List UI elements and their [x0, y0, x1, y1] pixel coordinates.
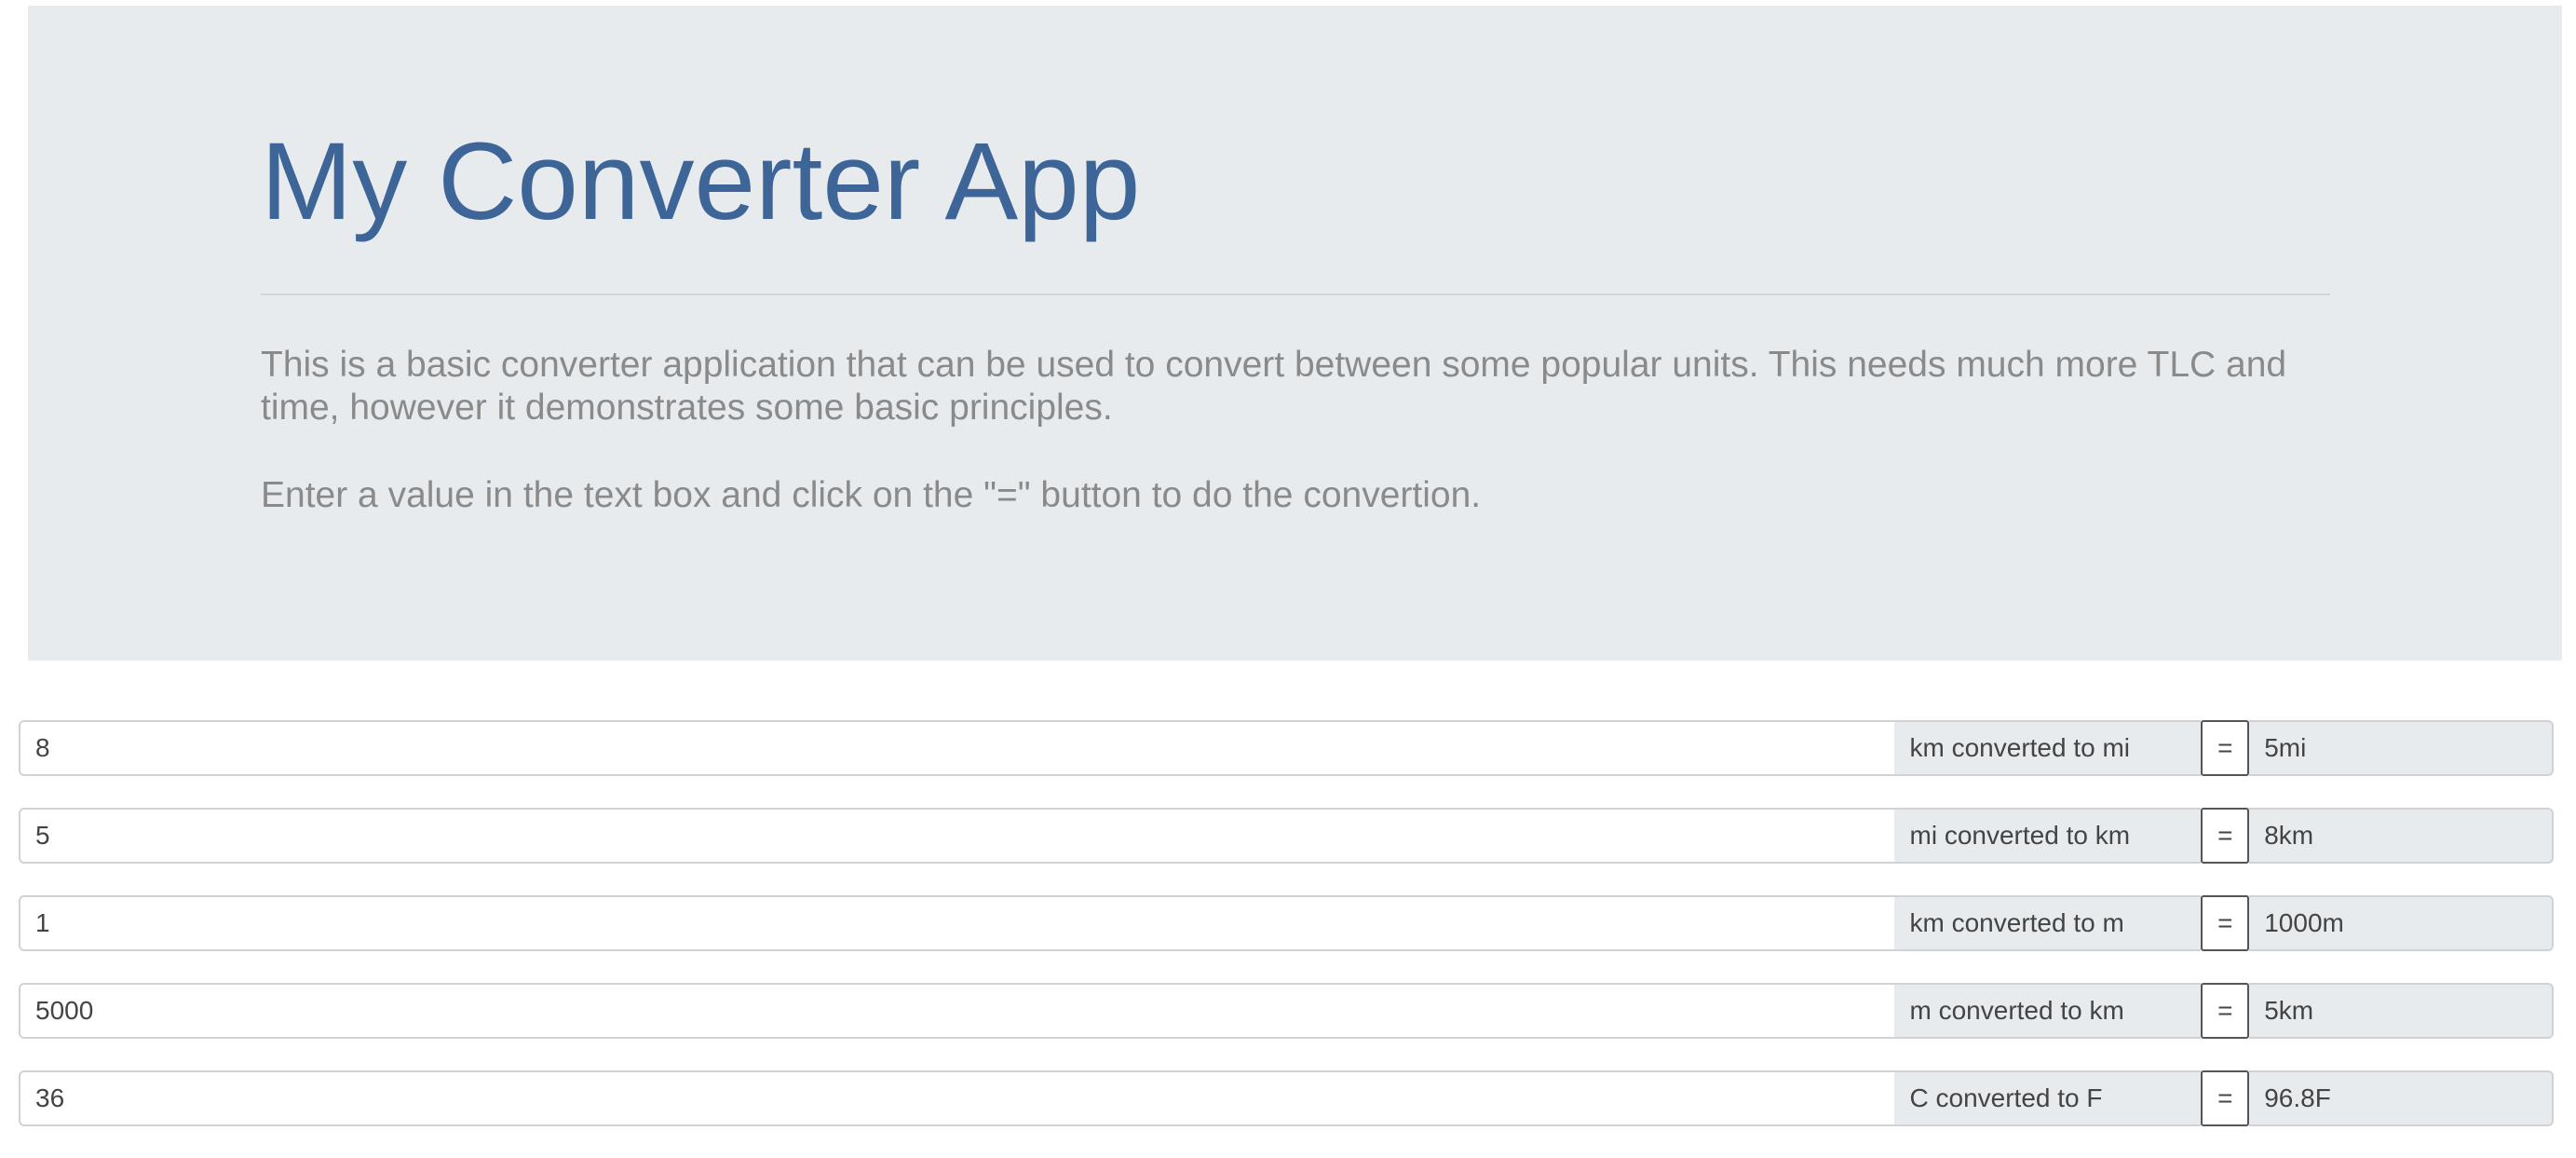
convert-button[interactable]: = — [2201, 1070, 2250, 1126]
conversion-label: mi converted to km — [1893, 808, 2202, 864]
app-description: This is a basic converter application th… — [261, 345, 2287, 428]
convert-button[interactable]: = — [2201, 895, 2250, 951]
jumbotron-header: My Converter App This is a basic convert… — [28, 6, 2562, 661]
conversion-label: km converted to m — [1893, 895, 2202, 951]
convert-button[interactable]: = — [2201, 720, 2250, 776]
conversion-label: m converted to km — [1893, 983, 2202, 1039]
value-input[interactable] — [19, 808, 1896, 864]
app-instructions: Enter a value in the text box and click … — [261, 475, 1482, 515]
convert-button[interactable]: = — [2201, 808, 2250, 864]
converter-row-km-to-mi: km converted to mi = 5mi — [19, 720, 2554, 776]
converter-row-c-to-f: C converted to F = 96.8F — [19, 1070, 2554, 1126]
result-output: 5km — [2249, 983, 2554, 1039]
converter-row-mi-to-km: mi converted to km = 8km — [19, 808, 2554, 864]
header-divider — [261, 293, 2330, 295]
result-output: 96.8F — [2249, 1070, 2554, 1126]
result-output: 5mi — [2249, 720, 2554, 776]
value-input[interactable] — [19, 983, 1896, 1039]
value-input[interactable] — [19, 895, 1896, 951]
result-output: 1000m — [2249, 895, 2554, 951]
page-title: My Converter App — [261, 120, 1141, 243]
converter-row-m-to-km: m converted to km = 5km — [19, 983, 2554, 1039]
converter-list: km converted to mi = 5mi mi converted to… — [19, 720, 2554, 1158]
result-output: 8km — [2249, 808, 2554, 864]
conversion-label: km converted to mi — [1893, 720, 2202, 776]
conversion-label: C converted to F — [1893, 1070, 2202, 1126]
value-input[interactable] — [19, 720, 1896, 776]
value-input[interactable] — [19, 1070, 1896, 1126]
converter-row-km-to-m: km converted to m = 1000m — [19, 895, 2554, 951]
convert-button[interactable]: = — [2201, 983, 2250, 1039]
